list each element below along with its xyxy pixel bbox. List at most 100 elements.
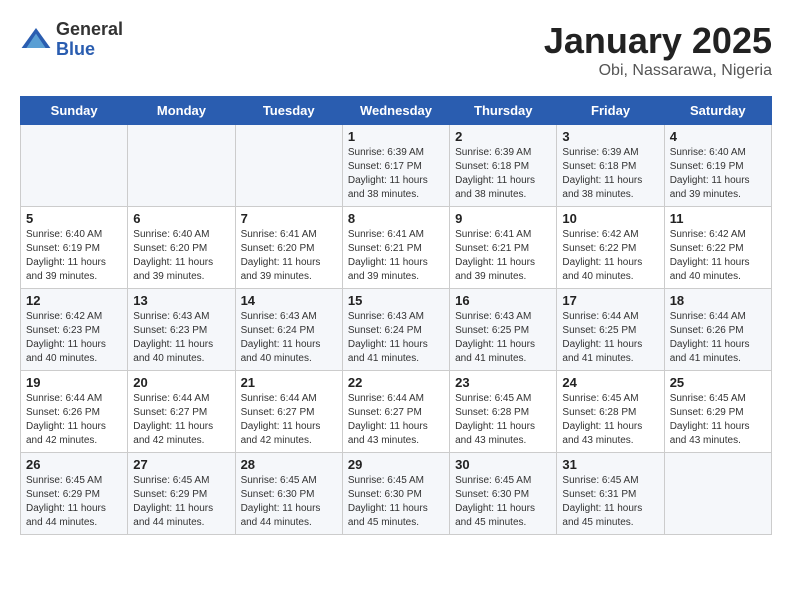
calendar-day-cell: 1 Sunrise: 6:39 AMSunset: 6:17 PMDaylight… (342, 125, 449, 207)
day-number: 15 (348, 293, 444, 308)
day-info: Sunrise: 6:45 AMSunset: 6:30 PMDaylight:… (455, 474, 551, 530)
calendar-day-cell (664, 453, 771, 535)
calendar-table: SundayMondayTuesdayWednesdayThursdayFrid… (20, 96, 772, 535)
calendar-day-cell: 12 Sunrise: 6:42 AMSunset: 6:23 PMDayligh… (21, 289, 128, 371)
day-info: Sunrise: 6:45 AMSunset: 6:30 PMDaylight:… (348, 474, 444, 530)
weekday-header-row: SundayMondayTuesdayWednesdayThursdayFrid… (21, 97, 772, 125)
calendar-day-cell: 9 Sunrise: 6:41 AMSunset: 6:21 PMDaylight… (450, 207, 557, 289)
calendar-day-cell: 11 Sunrise: 6:42 AMSunset: 6:22 PMDayligh… (664, 207, 771, 289)
calendar-day-cell: 28 Sunrise: 6:45 AMSunset: 6:30 PMDayligh… (235, 453, 342, 535)
day-number: 21 (241, 375, 337, 390)
day-number: 7 (241, 211, 337, 226)
day-number: 16 (455, 293, 551, 308)
day-number: 30 (455, 457, 551, 472)
weekday-header: Tuesday (235, 97, 342, 125)
weekday-header: Wednesday (342, 97, 449, 125)
day-number: 10 (562, 211, 658, 226)
day-number: 5 (26, 211, 122, 226)
day-info: Sunrise: 6:44 AMSunset: 6:25 PMDaylight:… (562, 310, 658, 366)
logo-icon (20, 24, 52, 56)
title-section: January 2025 Obi, Nassarawa, Nigeria (544, 20, 772, 80)
day-info: Sunrise: 6:44 AMSunset: 6:27 PMDaylight:… (133, 392, 229, 448)
calendar-day-cell: 31 Sunrise: 6:45 AMSunset: 6:31 PMDayligh… (557, 453, 664, 535)
day-info: Sunrise: 6:45 AMSunset: 6:29 PMDaylight:… (133, 474, 229, 530)
day-info: Sunrise: 6:39 AMSunset: 6:18 PMDaylight:… (562, 146, 658, 202)
logo: General Blue (20, 20, 123, 60)
calendar-week-row: 12 Sunrise: 6:42 AMSunset: 6:23 PMDayligh… (21, 289, 772, 371)
day-number: 11 (670, 211, 766, 226)
calendar-day-cell: 6 Sunrise: 6:40 AMSunset: 6:20 PMDaylight… (128, 207, 235, 289)
calendar-day-cell: 5 Sunrise: 6:40 AMSunset: 6:19 PMDaylight… (21, 207, 128, 289)
day-info: Sunrise: 6:41 AMSunset: 6:20 PMDaylight:… (241, 228, 337, 284)
day-number: 26 (26, 457, 122, 472)
day-info: Sunrise: 6:43 AMSunset: 6:24 PMDaylight:… (241, 310, 337, 366)
calendar-day-cell: 30 Sunrise: 6:45 AMSunset: 6:30 PMDayligh… (450, 453, 557, 535)
calendar-day-cell: 27 Sunrise: 6:45 AMSunset: 6:29 PMDayligh… (128, 453, 235, 535)
day-info: Sunrise: 6:43 AMSunset: 6:24 PMDaylight:… (348, 310, 444, 366)
calendar-day-cell: 13Sunrise: 6:43 AMSunset: 6:23 PMDayligh… (128, 289, 235, 371)
day-number: 12 (26, 293, 122, 308)
calendar-day-cell: 16Sunrise: 6:43 AMSunset: 6:25 PMDayligh… (450, 289, 557, 371)
day-number: 24 (562, 375, 658, 390)
calendar-day-cell: 18 Sunrise: 6:44 AMSunset: 6:26 PMDayligh… (664, 289, 771, 371)
day-number: 13 (133, 293, 229, 308)
day-number: 20 (133, 375, 229, 390)
calendar-day-cell: 8 Sunrise: 6:41 AMSunset: 6:21 PMDaylight… (342, 207, 449, 289)
weekday-header: Monday (128, 97, 235, 125)
day-info: Sunrise: 6:39 AMSunset: 6:17 PMDaylight:… (348, 146, 444, 202)
calendar-day-cell: 22Sunrise: 6:44 AMSunset: 6:27 PMDayligh… (342, 371, 449, 453)
day-info: Sunrise: 6:40 AMSunset: 6:19 PMDaylight:… (670, 146, 766, 202)
day-number: 19 (26, 375, 122, 390)
day-info: Sunrise: 6:45 AMSunset: 6:30 PMDaylight:… (241, 474, 337, 530)
calendar-day-cell: 7 Sunrise: 6:41 AMSunset: 6:20 PMDaylight… (235, 207, 342, 289)
day-info: Sunrise: 6:39 AMSunset: 6:18 PMDaylight:… (455, 146, 551, 202)
day-info: Sunrise: 6:40 AMSunset: 6:20 PMDaylight:… (133, 228, 229, 284)
day-number: 2 (455, 129, 551, 144)
day-number: 3 (562, 129, 658, 144)
day-number: 9 (455, 211, 551, 226)
calendar-day-cell: 3 Sunrise: 6:39 AMSunset: 6:18 PMDaylight… (557, 125, 664, 207)
day-info: Sunrise: 6:45 AMSunset: 6:28 PMDaylight:… (455, 392, 551, 448)
calendar-week-row: 19 Sunrise: 6:44 AMSunset: 6:26 PMDayligh… (21, 371, 772, 453)
day-number: 22 (348, 375, 444, 390)
day-info: Sunrise: 6:45 AMSunset: 6:31 PMDaylight:… (562, 474, 658, 530)
day-number: 6 (133, 211, 229, 226)
calendar-day-cell: 21Sunrise: 6:44 AMSunset: 6:27 PMDayligh… (235, 371, 342, 453)
page-header: General Blue January 2025 Obi, Nassarawa… (20, 20, 772, 80)
calendar-day-cell: 17 Sunrise: 6:44 AMSunset: 6:25 PMDayligh… (557, 289, 664, 371)
day-info: Sunrise: 6:42 AMSunset: 6:22 PMDaylight:… (670, 228, 766, 284)
calendar-day-cell (128, 125, 235, 207)
day-number: 27 (133, 457, 229, 472)
day-number: 1 (348, 129, 444, 144)
day-info: Sunrise: 6:44 AMSunset: 6:26 PMDaylight:… (670, 310, 766, 366)
calendar-day-cell: 10Sunrise: 6:42 AMSunset: 6:22 PMDayligh… (557, 207, 664, 289)
day-info: Sunrise: 6:42 AMSunset: 6:23 PMDaylight:… (26, 310, 122, 366)
day-number: 25 (670, 375, 766, 390)
calendar-day-cell (21, 125, 128, 207)
logo-general: General (56, 20, 123, 40)
day-number: 23 (455, 375, 551, 390)
weekday-header: Friday (557, 97, 664, 125)
day-number: 8 (348, 211, 444, 226)
weekday-header: Thursday (450, 97, 557, 125)
calendar-day-cell: 15 Sunrise: 6:43 AMSunset: 6:24 PMDayligh… (342, 289, 449, 371)
day-info: Sunrise: 6:44 AMSunset: 6:26 PMDaylight:… (26, 392, 122, 448)
calendar-day-cell: 24Sunrise: 6:45 AMSunset: 6:28 PMDayligh… (557, 371, 664, 453)
calendar-title: January 2025 (544, 20, 772, 62)
calendar-day-cell: 2 Sunrise: 6:39 AMSunset: 6:18 PMDaylight… (450, 125, 557, 207)
day-number: 4 (670, 129, 766, 144)
day-number: 31 (562, 457, 658, 472)
day-number: 18 (670, 293, 766, 308)
day-info: Sunrise: 6:41 AMSunset: 6:21 PMDaylight:… (455, 228, 551, 284)
calendar-day-cell (235, 125, 342, 207)
calendar-week-row: 1 Sunrise: 6:39 AMSunset: 6:17 PMDaylight… (21, 125, 772, 207)
day-number: 28 (241, 457, 337, 472)
day-info: Sunrise: 6:41 AMSunset: 6:21 PMDaylight:… (348, 228, 444, 284)
calendar-day-cell: 25 Sunrise: 6:45 AMSunset: 6:29 PMDayligh… (664, 371, 771, 453)
day-number: 14 (241, 293, 337, 308)
day-info: Sunrise: 6:40 AMSunset: 6:19 PMDaylight:… (26, 228, 122, 284)
day-info: Sunrise: 6:45 AMSunset: 6:29 PMDaylight:… (670, 392, 766, 448)
day-number: 17 (562, 293, 658, 308)
calendar-subtitle: Obi, Nassarawa, Nigeria (544, 62, 772, 80)
calendar-day-cell: 26Sunrise: 6:45 AMSunset: 6:29 PMDayligh… (21, 453, 128, 535)
